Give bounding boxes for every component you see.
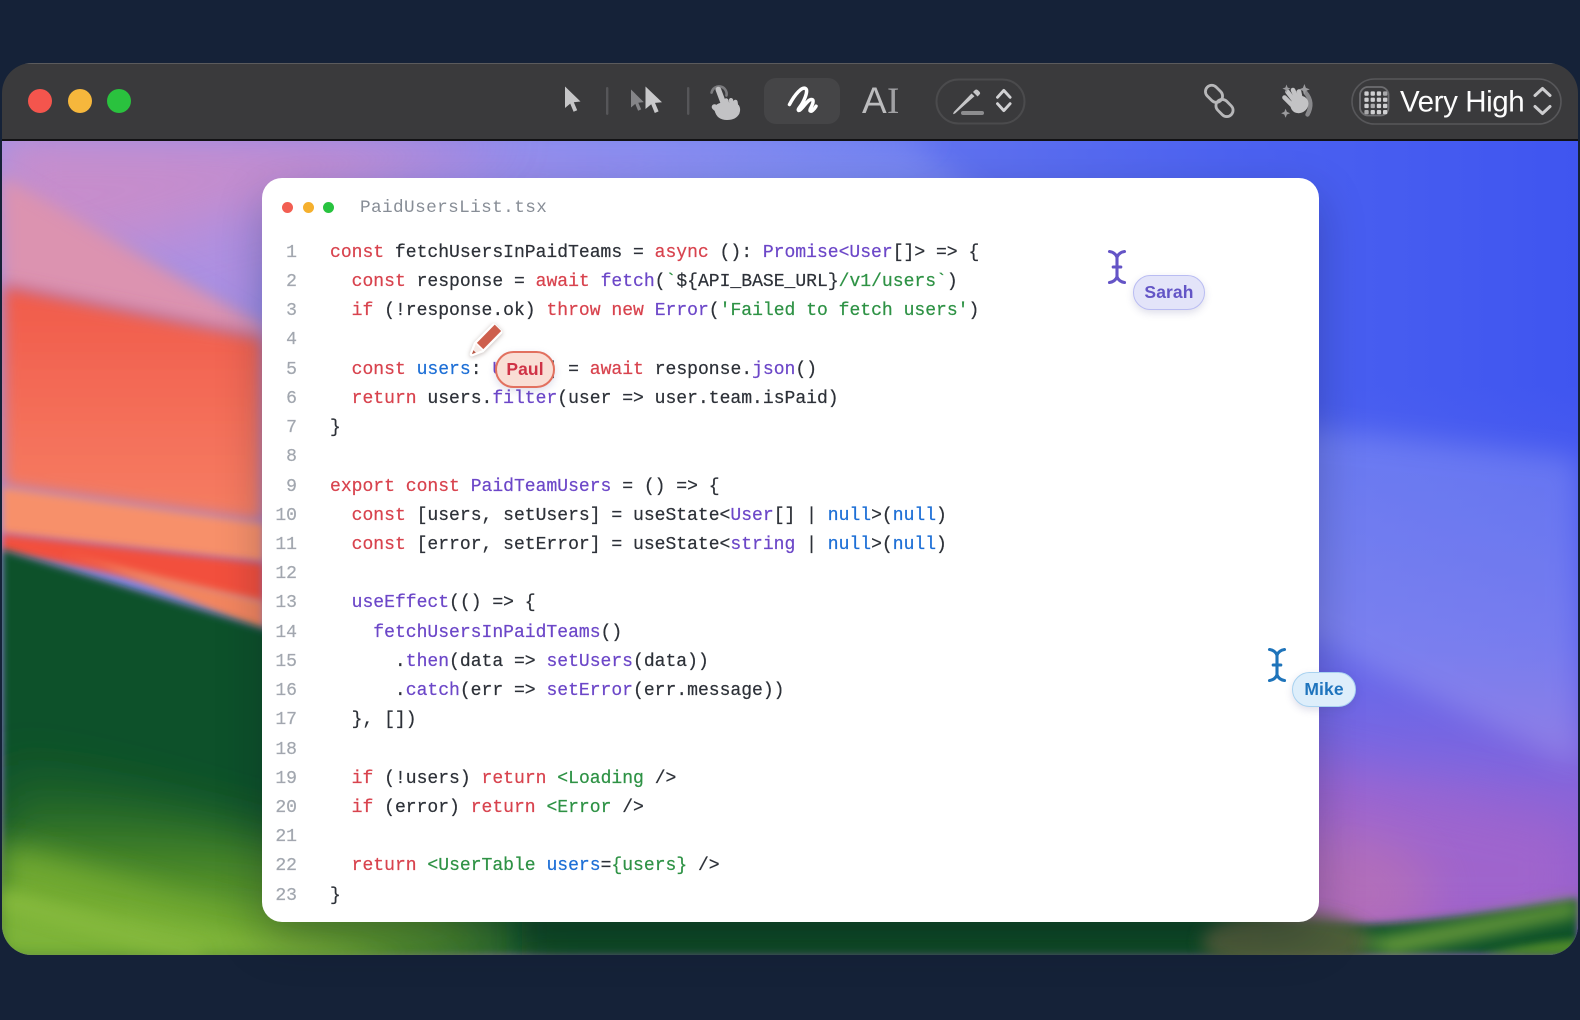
svg-text:I: I bbox=[887, 81, 899, 122]
svg-text:A: A bbox=[862, 80, 887, 121]
svg-text:Very High: Very High bbox=[1400, 86, 1524, 119]
